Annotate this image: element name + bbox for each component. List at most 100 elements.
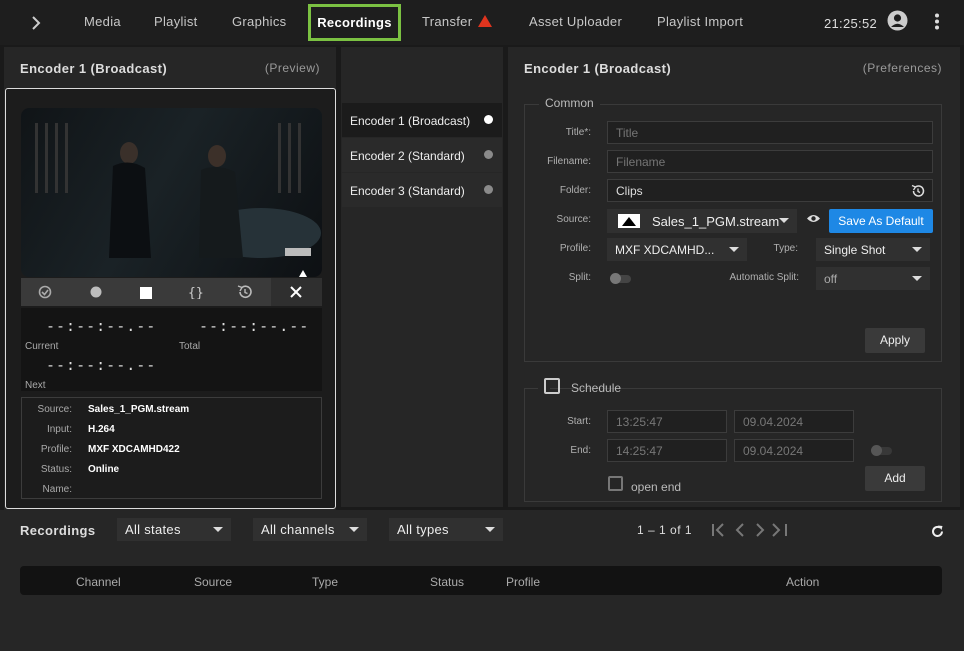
title-input[interactable] bbox=[607, 121, 933, 144]
start-time-input[interactable]: 13:25:47 bbox=[607, 410, 727, 433]
close-button[interactable] bbox=[271, 278, 322, 306]
schedule-legend: Schedule bbox=[538, 378, 621, 398]
info-status-value: Online bbox=[88, 464, 120, 475]
common-legend: Common bbox=[539, 96, 600, 110]
col-source[interactable]: Source bbox=[194, 575, 232, 589]
states-filter-value: All states bbox=[125, 522, 181, 537]
record-check-icon[interactable] bbox=[38, 285, 53, 299]
refresh-icon[interactable] bbox=[931, 525, 944, 538]
folder-history-icon[interactable] bbox=[911, 184, 925, 198]
info-profile-value: MXF XDCAMHD422 bbox=[88, 444, 180, 455]
nav-transfer[interactable]: Transfer bbox=[422, 14, 493, 29]
previous-page-icon[interactable] bbox=[735, 523, 744, 537]
encoder-item-3[interactable]: Encoder 3 (Standard) bbox=[342, 173, 502, 207]
transport-bar: {} bbox=[21, 278, 322, 306]
open-end-checkbox[interactable] bbox=[608, 476, 623, 491]
states-caret-icon bbox=[213, 527, 223, 532]
source-dropdown[interactable]: Sales_1_PGM.stream bbox=[607, 209, 797, 233]
next-label: Next bbox=[25, 380, 46, 391]
nav-recordings-label: Recordings bbox=[317, 15, 392, 30]
channels-filter-value: All channels bbox=[261, 522, 335, 537]
schedule-label: Schedule bbox=[571, 381, 622, 395]
type-value: Single Shot bbox=[824, 243, 886, 257]
record-icon[interactable] bbox=[90, 286, 102, 298]
profile-dropdown[interactable]: MXF XDCAMHD... bbox=[607, 238, 747, 261]
nav-playlist[interactable]: Playlist bbox=[154, 14, 198, 29]
col-channel[interactable]: Channel bbox=[76, 575, 121, 589]
col-action: Action bbox=[786, 575, 820, 589]
automatic-split-value: off bbox=[824, 272, 838, 286]
info-name-label: Name: bbox=[42, 484, 72, 495]
braces-icon[interactable]: {} bbox=[188, 285, 204, 299]
preferences-link[interactable]: (Preferences) bbox=[863, 61, 942, 75]
close-icon bbox=[290, 286, 302, 298]
nav-transfer-label: Transfer bbox=[422, 14, 473, 29]
more-vertical-icon[interactable] bbox=[934, 13, 940, 30]
last-page-icon[interactable] bbox=[772, 523, 787, 537]
expand-chevron-icon[interactable] bbox=[31, 16, 41, 30]
history-icon[interactable] bbox=[237, 284, 253, 300]
states-filter[interactable]: All states bbox=[117, 518, 231, 541]
encoder-item-3-label: Encoder 3 (Standard) bbox=[350, 184, 465, 198]
recordings-title: Recordings bbox=[20, 523, 96, 538]
stop-icon[interactable] bbox=[140, 287, 152, 299]
encoder-item-2[interactable]: Encoder 2 (Standard) bbox=[342, 138, 502, 172]
filename-input[interactable] bbox=[607, 150, 933, 173]
types-filter-value: All types bbox=[397, 522, 449, 537]
automatic-split-dropdown[interactable]: off bbox=[816, 267, 930, 290]
encoder-1-status-dot bbox=[484, 115, 493, 124]
end-time-input[interactable]: 14:25:47 bbox=[607, 439, 727, 462]
preview-title: Encoder 1 (Broadcast) bbox=[20, 61, 168, 76]
start-date-input[interactable]: 09.04.2024 bbox=[734, 410, 854, 433]
end-label: End: bbox=[570, 445, 591, 456]
types-filter[interactable]: All types bbox=[389, 518, 503, 541]
top-nav: Media Playlist Graphics Recordings Trans… bbox=[0, 0, 964, 45]
nav-graphics[interactable]: Graphics bbox=[232, 14, 286, 29]
schedule-checkbox[interactable] bbox=[544, 378, 560, 394]
start-label: Start: bbox=[567, 416, 591, 427]
next-timecode: --:--:--.-- bbox=[46, 356, 157, 374]
nav-playlist-import[interactable]: Playlist Import bbox=[657, 14, 743, 29]
pagination-controls bbox=[712, 523, 787, 537]
folder-value: Clips bbox=[616, 184, 643, 198]
warning-icon bbox=[478, 15, 493, 27]
info-profile-label: Profile: bbox=[40, 444, 72, 455]
nav-asset-uploader[interactable]: Asset Uploader bbox=[529, 14, 622, 29]
eye-icon[interactable] bbox=[806, 213, 821, 224]
col-profile[interactable]: Profile bbox=[506, 575, 540, 589]
nav-media[interactable]: Media bbox=[84, 14, 121, 29]
nav-recordings[interactable]: Recordings bbox=[308, 4, 401, 41]
col-status[interactable]: Status bbox=[430, 575, 464, 589]
save-as-default-button[interactable]: Save As Default bbox=[829, 209, 933, 233]
preferences-panel: Encoder 1 (Broadcast) (Preferences) Comm… bbox=[508, 47, 960, 507]
current-timecode: --:--:--.-- bbox=[46, 317, 157, 335]
info-input-label: Input: bbox=[46, 424, 72, 435]
pagination-range: 1 – 1 of 1 bbox=[637, 523, 693, 537]
col-type[interactable]: Type bbox=[312, 575, 338, 589]
channels-filter[interactable]: All channels bbox=[253, 518, 367, 541]
type-caret-icon bbox=[912, 247, 922, 252]
folder-field[interactable]: Clips bbox=[607, 179, 933, 202]
user-account-icon[interactable] bbox=[887, 10, 908, 31]
types-caret-icon bbox=[485, 527, 495, 532]
apply-button[interactable]: Apply bbox=[865, 328, 925, 353]
source-label: Source: bbox=[556, 214, 591, 225]
preview-link[interactable]: (Preview) bbox=[265, 61, 320, 75]
caret-up-icon[interactable] bbox=[299, 270, 307, 277]
end-date-input[interactable]: 09.04.2024 bbox=[734, 439, 854, 462]
split-toggle[interactable] bbox=[610, 273, 631, 284]
clock: 21:25:52 bbox=[824, 16, 878, 31]
type-dropdown[interactable]: Single Shot bbox=[816, 238, 930, 261]
encoder-2-status-dot bbox=[484, 150, 493, 159]
next-page-icon[interactable] bbox=[756, 523, 765, 537]
add-button[interactable]: Add bbox=[865, 466, 925, 491]
end-toggle[interactable] bbox=[871, 445, 892, 456]
profile-label: Profile: bbox=[559, 243, 591, 254]
encoder-3-status-dot bbox=[484, 185, 493, 194]
encoder-item-1[interactable]: Encoder 1 (Broadcast) bbox=[342, 103, 502, 137]
first-page-icon[interactable] bbox=[712, 523, 724, 537]
source-value: Sales_1_PGM.stream bbox=[652, 214, 780, 229]
encoder-item-1-label: Encoder 1 (Broadcast) bbox=[350, 114, 471, 128]
info-input-value: H.264 bbox=[88, 424, 115, 435]
info-source-value: Sales_1_PGM.stream bbox=[88, 404, 190, 415]
